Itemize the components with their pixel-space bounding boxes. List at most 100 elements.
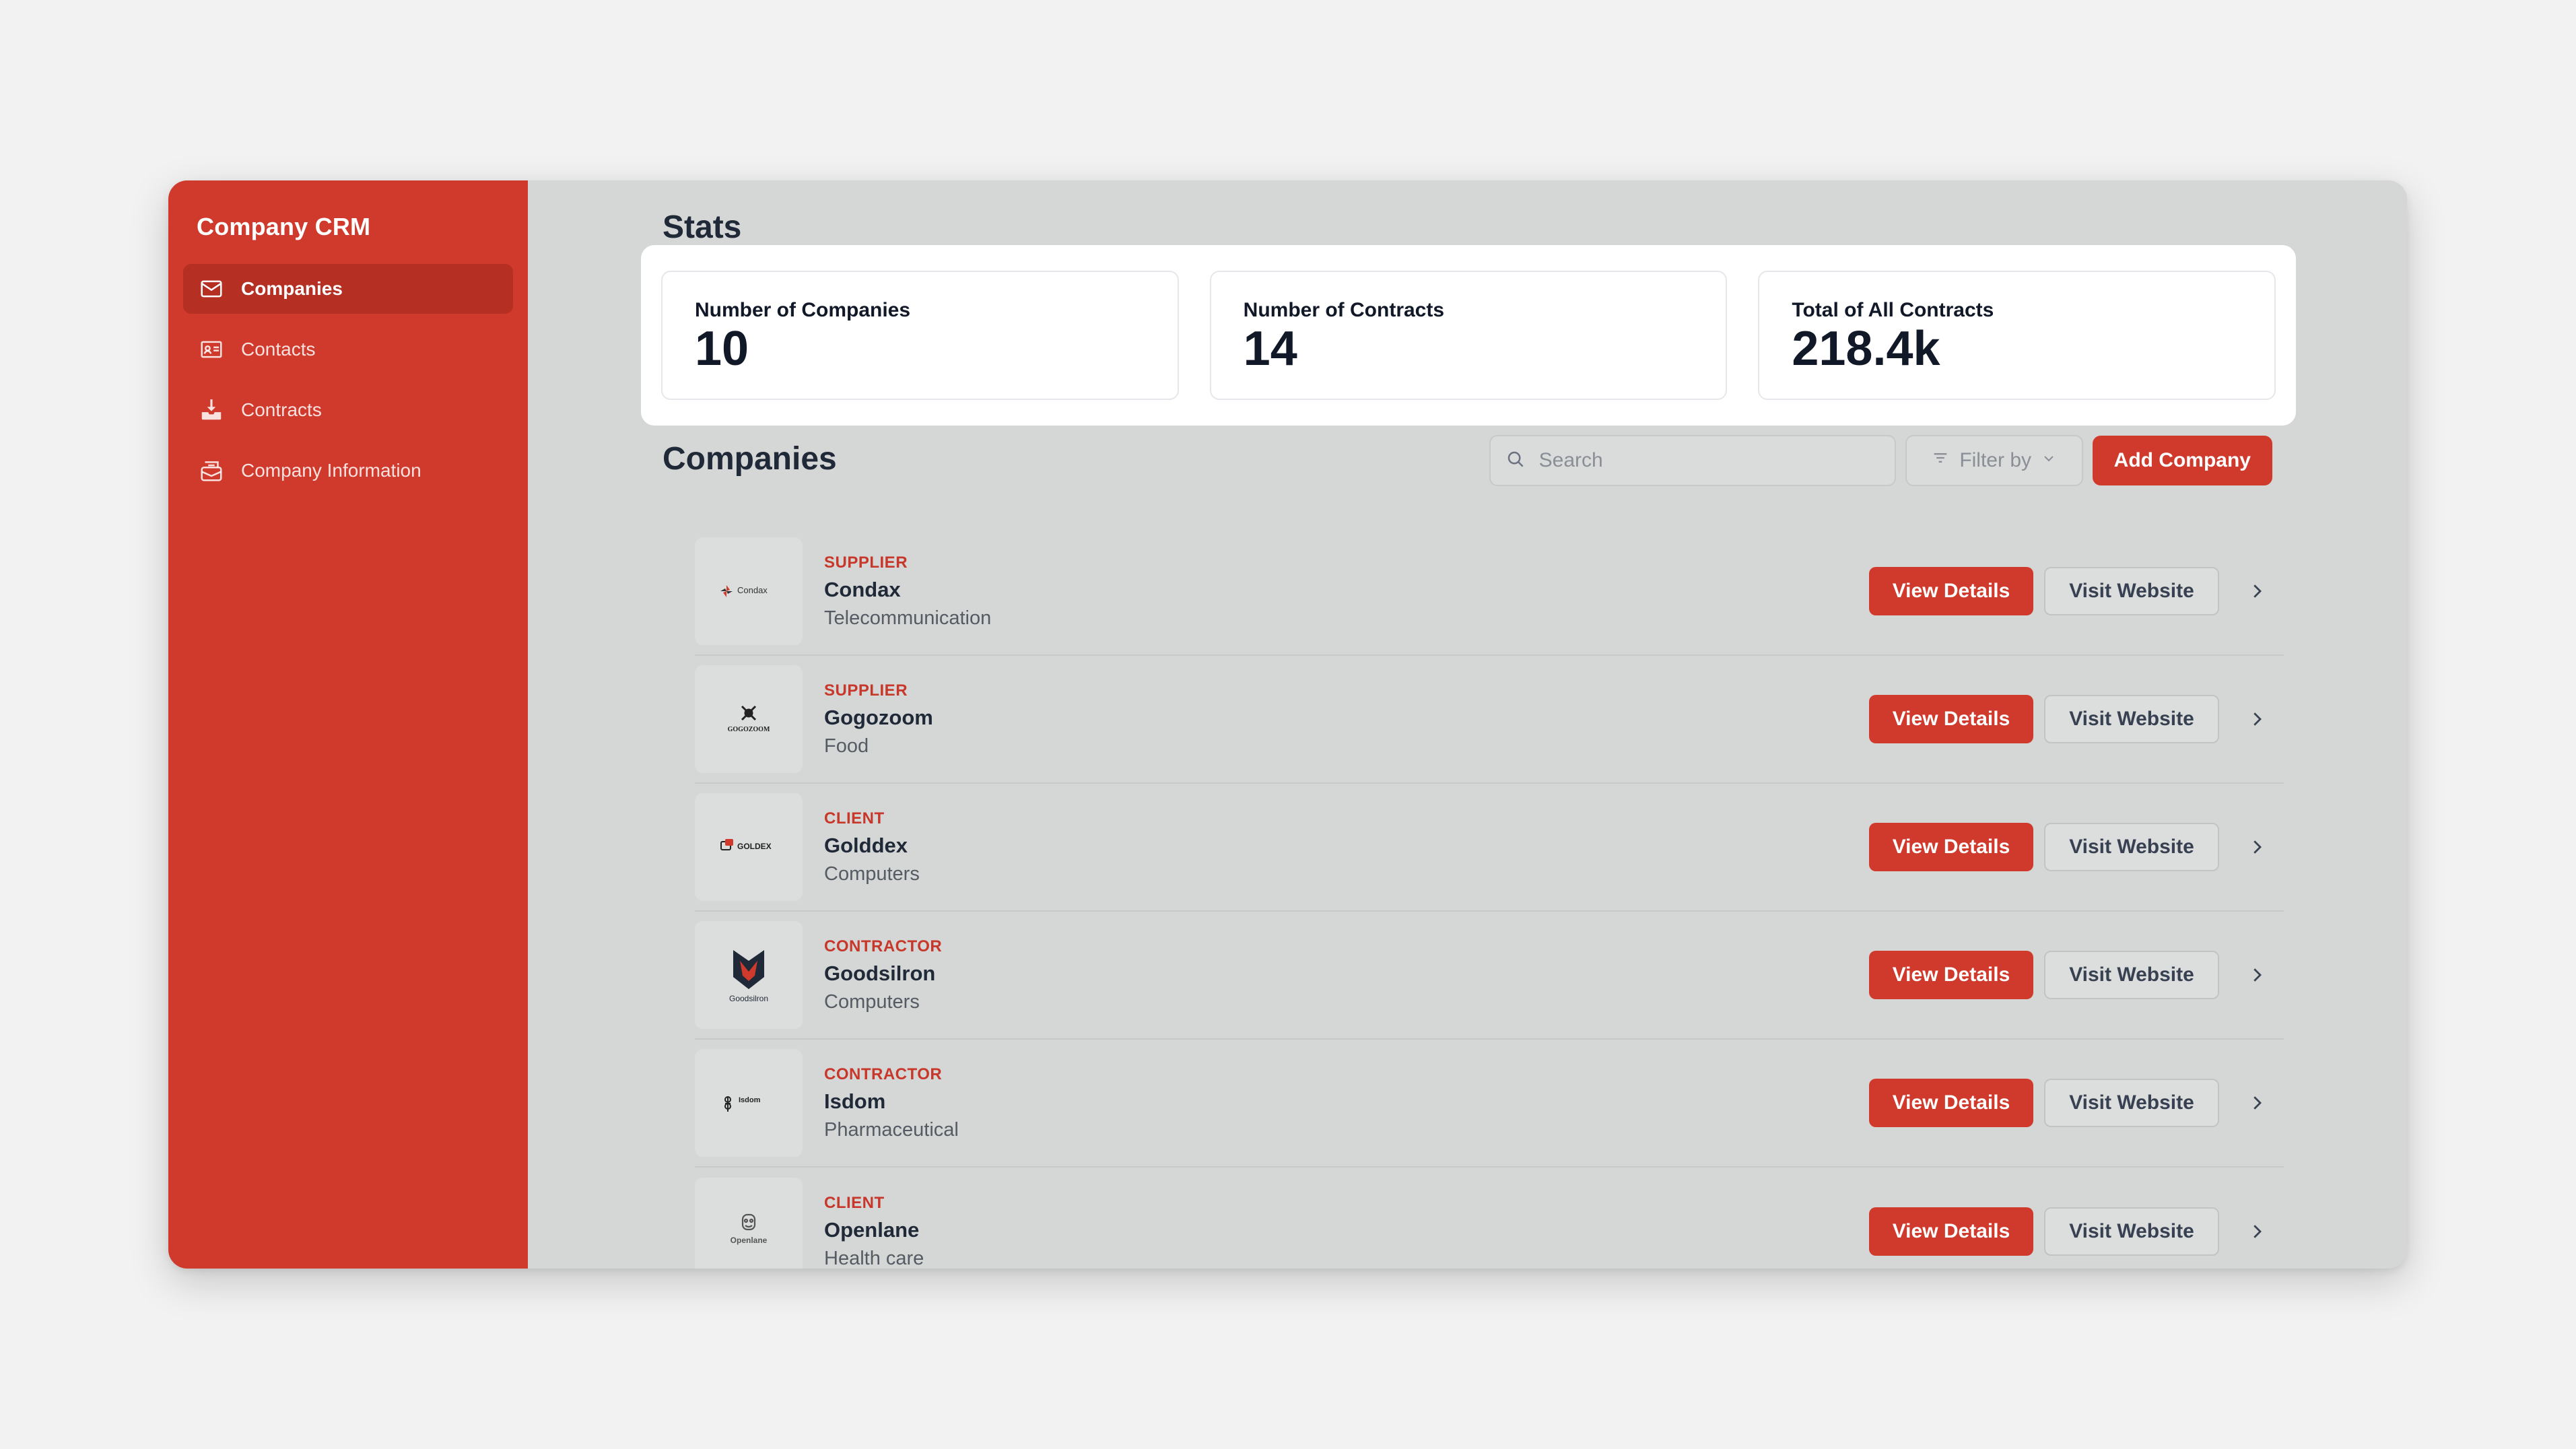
stat-card-companies: Number of Companies 10 (661, 271, 1179, 400)
companies-title: Companies (663, 441, 837, 477)
visit-website-button[interactable]: Visit Website (2044, 567, 2219, 615)
sidebar-item-companies[interactable]: Companies (183, 264, 513, 314)
stat-card-total-contracts: Total of All Contracts 218.4k (1758, 271, 2276, 400)
stat-label: Total of All Contracts (1792, 299, 1994, 321)
company-name: Goodsilron (824, 961, 936, 985)
gogozoom-logo: GOGOZOOM (728, 705, 770, 733)
id-card-icon (198, 336, 225, 363)
company-row-golddex[interactable]: GOLDEX CLIENT Golddex Computers View Det… (695, 784, 2284, 912)
company-name: Golddex (824, 833, 908, 857)
company-name: Openlane (824, 1217, 920, 1242)
goodsilron-logo: Goodsilron (729, 950, 768, 1003)
main-content: Stats Number of Companies 10 Number of C… (528, 180, 2407, 1269)
view-details-button[interactable]: View Details (1869, 1079, 2033, 1127)
row-actions: View Details Visit Website (1869, 951, 2284, 999)
golddex-logo: GOLDEX (720, 839, 772, 851)
svg-text:Condax: Condax (737, 585, 768, 595)
add-company-button[interactable]: Add Company (2092, 436, 2272, 485)
company-type: SUPPLIER (824, 681, 908, 700)
view-details-button[interactable]: View Details (1869, 823, 2033, 871)
company-industry: Food (824, 735, 869, 757)
sidebar-item-label: Contracts (241, 399, 322, 420)
company-name: Isdom (824, 1089, 886, 1113)
view-details-button[interactable]: View Details (1869, 567, 2033, 615)
stat-value: 10 (695, 322, 749, 376)
company-logo: GOLDEX (695, 793, 803, 901)
search-input[interactable] (1537, 448, 1864, 473)
condax-logo: Condax (720, 585, 768, 597)
company-type: CLIENT (824, 809, 885, 828)
company-logo: GOGOZOOM (695, 665, 803, 773)
svg-text:GOGOZOOM: GOGOZOOM (728, 726, 770, 733)
svg-text:GOLDEX: GOLDEX (737, 842, 772, 851)
filter-dropdown[interactable]: Filter by (1905, 435, 2083, 486)
inbox-download-icon (198, 397, 225, 424)
company-industry: Health care (824, 1247, 924, 1269)
company-row-goodsilron[interactable]: Goodsilron CONTRACTOR Goodsilron Compute… (695, 912, 2284, 1040)
companies-list: Condax SUPPLIER Condax Telecommunication… (695, 528, 2284, 1269)
company-row-condax[interactable]: Condax SUPPLIER Condax Telecommunication… (695, 528, 2284, 656)
company-info: CLIENT Golddex Computers (824, 809, 920, 885)
sidebar-item-company-information[interactable]: Company Information (183, 446, 513, 496)
svg-text:Isdom: Isdom (739, 1096, 761, 1104)
view-details-button[interactable]: View Details (1869, 951, 2033, 999)
stat-label: Number of Contracts (1243, 299, 1445, 321)
chevron-down-icon (2041, 449, 2057, 472)
sidebar-item-contracts[interactable]: Contracts (183, 385, 513, 435)
app-brand: Company CRM (197, 213, 371, 240)
info-box-icon (198, 457, 225, 484)
company-info: CONTRACTOR Isdom Pharmaceutical (824, 1065, 959, 1141)
visit-website-button[interactable]: Visit Website (2044, 1207, 2219, 1256)
svg-text:Goodsilron: Goodsilron (729, 994, 768, 1003)
visit-website-button[interactable]: Visit Website (2044, 1079, 2219, 1127)
company-type: CONTRACTOR (824, 1065, 943, 1083)
stat-value: 14 (1243, 322, 1297, 376)
chevron-right-icon[interactable] (2230, 1221, 2284, 1242)
chevron-right-icon[interactable] (2230, 709, 2284, 729)
company-info: CLIENT Openlane Health care (824, 1194, 924, 1269)
stat-card-contracts: Number of Contracts 14 (1209, 271, 1728, 400)
company-industry: Computers (824, 990, 920, 1013)
company-row-gogozoom[interactable]: GOGOZOOM SUPPLIER Gogozoom Food View Det… (695, 656, 2284, 784)
row-actions: View Details Visit Website (1869, 823, 2284, 871)
visit-website-button[interactable]: Visit Website (2044, 951, 2219, 999)
company-info: SUPPLIER Gogozoom Food (824, 681, 933, 757)
stats-title: Stats (663, 209, 742, 245)
svg-text:Openlane: Openlane (731, 1236, 768, 1245)
row-actions: View Details Visit Website (1869, 695, 2284, 743)
row-actions: View Details Visit Website (1869, 1079, 2284, 1127)
chevron-right-icon[interactable] (2230, 837, 2284, 857)
company-info: SUPPLIER Condax Telecommunication (824, 553, 991, 630)
chevron-right-icon[interactable] (2230, 581, 2284, 601)
stat-value: 218.4k (1792, 322, 1940, 376)
company-logo: Isdom (695, 1049, 803, 1157)
view-details-button[interactable]: View Details (1869, 1207, 2033, 1256)
visit-website-button[interactable]: Visit Website (2044, 695, 2219, 743)
company-info: CONTRACTOR Goodsilron Computers (824, 937, 942, 1013)
filter-icon (1931, 448, 1950, 473)
company-logo: Condax (695, 537, 803, 645)
sidebar: Company CRM Companies Contacts Contracts (168, 180, 528, 1269)
sidebar-item-contacts[interactable]: Contacts (183, 325, 513, 374)
company-type: CONTRACTOR (824, 937, 943, 955)
openlane-logo: Openlane (731, 1213, 768, 1245)
view-details-button[interactable]: View Details (1869, 695, 2033, 743)
app-window: Company CRM Companies Contacts Contracts (168, 180, 2407, 1269)
sidebar-item-label: Contacts (241, 339, 316, 360)
visit-website-button[interactable]: Visit Website (2044, 823, 2219, 871)
row-actions: View Details Visit Website (1869, 567, 2284, 615)
sidebar-nav: Companies Contacts Contracts Company Inf… (168, 264, 528, 496)
company-row-openlane[interactable]: Openlane CLIENT Openlane Health care Vie… (695, 1168, 2284, 1269)
row-actions: View Details Visit Website (1869, 1207, 2284, 1256)
company-row-isdom[interactable]: Isdom CONTRACTOR Isdom Pharmaceutical Vi… (695, 1040, 2284, 1168)
company-industry: Telecommunication (824, 607, 992, 629)
companies-toolbar: Filter by Add Company (1489, 435, 2272, 486)
sidebar-item-label: Company Information (241, 460, 421, 481)
sidebar-item-label: Companies (241, 278, 343, 299)
search-icon (1505, 449, 1526, 473)
stat-label: Number of Companies (695, 299, 911, 321)
isdom-logo: Isdom (724, 1096, 761, 1112)
chevron-right-icon[interactable] (2230, 965, 2284, 985)
chevron-right-icon[interactable] (2230, 1093, 2284, 1113)
mail-icon (198, 275, 225, 302)
